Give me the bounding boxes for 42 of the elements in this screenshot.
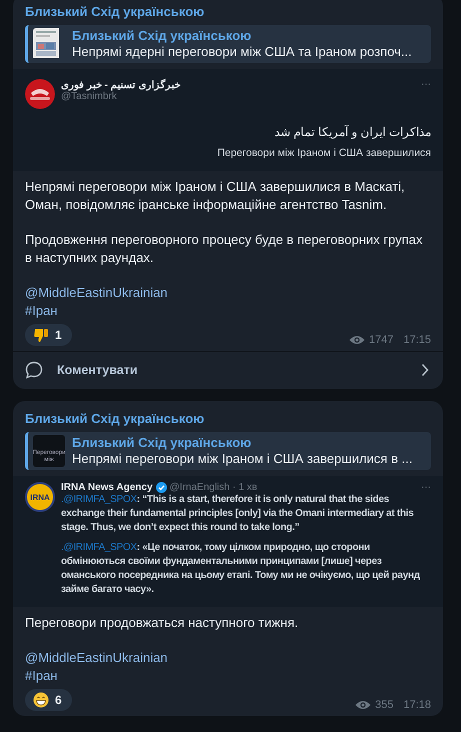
more-icon: ··· — [421, 79, 431, 90]
hashtag-link[interactable]: #Іран — [25, 302, 431, 320]
tweet-text: .@IRIMFA_SPOX: «Це початок, тому цілком природно, що сторони обмінюються своїми фундаментальними принципами [лише] через оманського посередника на цьому етапі. Тому ми не очікуємо, що цей раунд займе багато часу». — [61, 541, 421, 597]
channel-name[interactable]: Близький Схід українською — [25, 401, 431, 427]
tweet-text: مذاکرات ایران و آمریکا تمام شد — [274, 125, 431, 139]
reaction-button[interactable]: 1 — [25, 324, 72, 346]
mention-link[interactable]: .@IRIMFA_SPOX — [61, 542, 137, 553]
mention-link[interactable]: @MiddleEastinUkrainian — [25, 284, 431, 302]
message-text: Непрямі переговори між Іраном і США завершилися в Маскаті, Оман, повідомляє іранське інформаційне агентство Tasnim. — [25, 178, 406, 214]
reaction-button[interactable]: 6 — [25, 689, 72, 711]
reply-author: Близький Схід українською — [72, 28, 252, 44]
more-icon: ··· — [421, 482, 431, 493]
reply-text: Непрямі ядерні переговори між США та Іраном розпоч... — [72, 44, 412, 60]
avatar-icon — [25, 79, 55, 109]
tweet-text: .@IRIMFA_SPOX: “This is a start, therefore it is only natural that the sides exchange their fundamental principles [only] via the Omani intermediary at this stage. Thus, we don’t expect this round to take long.” — [61, 493, 415, 535]
comments-label: Коментувати — [57, 363, 139, 377]
reply-quote[interactable]: Близький Схід українською Непрямі ядерні переговори між США та Іраном розпоч... — [25, 25, 431, 63]
comment-icon — [25, 361, 43, 379]
view-count: 1747 — [368, 334, 394, 346]
mention-link[interactable]: @MiddleEastinUkrainian — [25, 649, 431, 667]
tweet-author: خبرگزاری تسنیم - خبر فوری — [61, 79, 182, 91]
hashtag-link[interactable]: #Іран — [25, 667, 431, 685]
tweet-text: Переговори між Іраном і США завершилися — [217, 147, 431, 159]
tweet-handle: @Tasnimbrk — [61, 91, 118, 102]
logo-text: IRNA — [30, 492, 50, 502]
message-text: Переговори продовжаться наступного тижня. — [25, 614, 300, 632]
tweet-handle: @IrnaEnglish · 1 хв — [170, 482, 258, 493]
reply-author: Близький Схід українською — [72, 435, 252, 451]
mention-link[interactable]: .@IRIMFA_SPOX — [61, 494, 137, 505]
tweet-author: IRNA News Agency — [61, 482, 153, 493]
thumbs-down-icon — [33, 327, 49, 343]
chevron-right-icon — [421, 363, 429, 377]
message-time: 17:18 — [403, 699, 431, 711]
grinning-face-icon — [33, 692, 49, 708]
comments-button[interactable]: Коментувати — [13, 351, 443, 389]
reply-text: Непрямі переговори між Іраном і США завершилися в ... — [72, 451, 412, 467]
views-icon — [355, 700, 372, 710]
message-time: 17:15 — [403, 334, 431, 346]
message-text: Продовження переговорного процесу буде в переговорних групах в наступних раундах. — [25, 231, 424, 267]
view-count: 355 — [375, 699, 394, 711]
views-icon — [348, 335, 365, 345]
channel-name[interactable]: Близький Схід українською — [25, 0, 431, 20]
